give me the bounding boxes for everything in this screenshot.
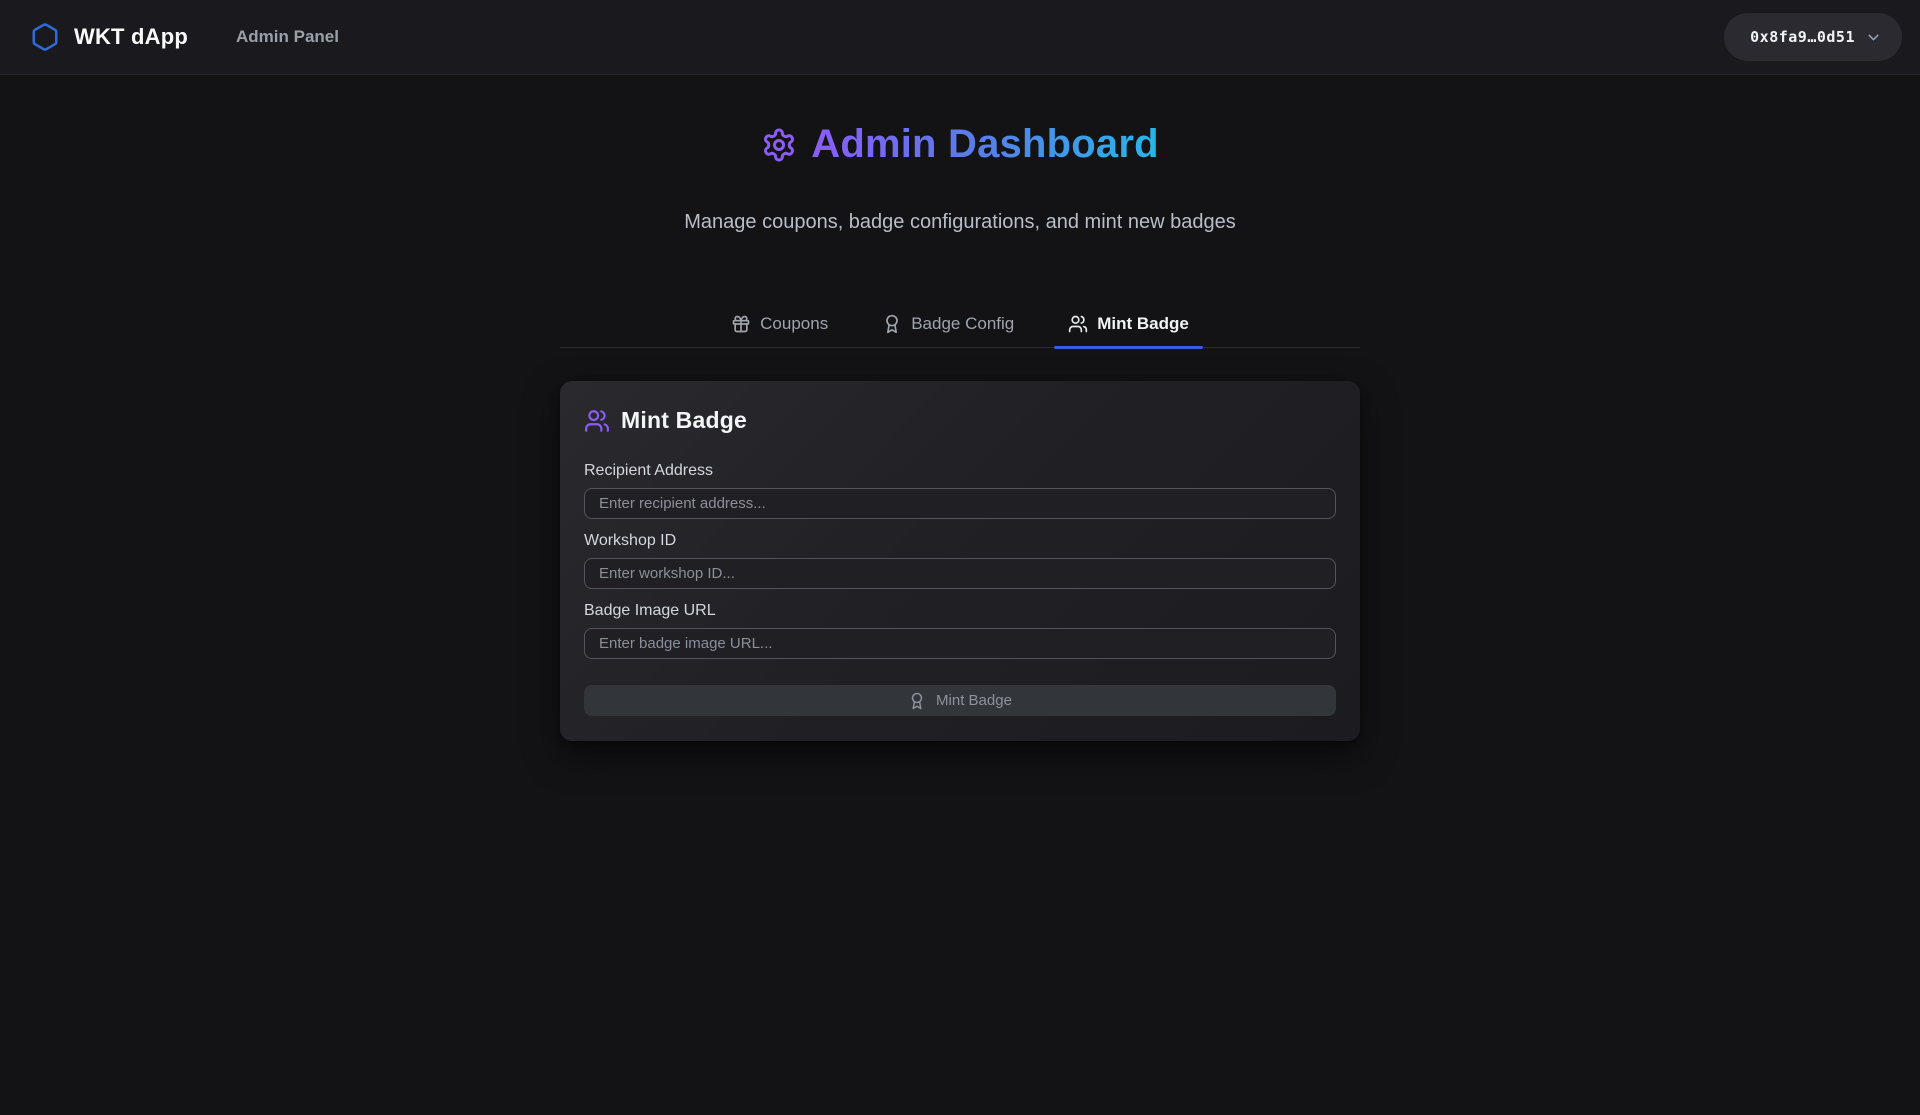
- field-group-recipient-address: Recipient Address: [584, 462, 1336, 519]
- wallet-address-text: 0x8fa9…0d51: [1750, 28, 1855, 46]
- page-title-row: Admin Dashboard: [560, 122, 1360, 167]
- users-icon: [1068, 314, 1088, 334]
- page-title: Admin Dashboard: [811, 122, 1158, 167]
- chevron-down-icon: [1865, 29, 1882, 46]
- workshop-id-label: Workshop ID: [584, 532, 1336, 550]
- tab-badge-config[interactable]: Badge Config: [868, 308, 1028, 347]
- main-content: Admin Dashboard Manage coupons, badge co…: [560, 122, 1360, 741]
- brand-name: WKT dApp: [74, 24, 188, 50]
- mint-badge-button-label: Mint Badge: [936, 692, 1012, 709]
- wallet-address-button[interactable]: 0x8fa9…0d51: [1724, 13, 1902, 61]
- award-icon: [882, 314, 902, 334]
- page-subtitle: Manage coupons, badge configurations, an…: [560, 211, 1360, 234]
- tab-bar: Coupons Badge Config Mint Badge: [560, 308, 1360, 348]
- badge-image-url-label: Badge Image URL: [584, 602, 1336, 620]
- recipient-address-input[interactable]: [584, 488, 1336, 519]
- card-title: Mint Badge: [621, 407, 747, 434]
- tab-coupons[interactable]: Coupons: [717, 308, 842, 347]
- workshop-id-input[interactable]: [584, 558, 1336, 589]
- navbar: WKT dApp Admin Panel 0x8fa9…0d51: [0, 0, 1920, 75]
- tab-label: Badge Config: [911, 314, 1014, 334]
- field-group-badge-image-url: Badge Image URL: [584, 602, 1336, 659]
- hexagon-logo-icon: [30, 22, 60, 52]
- gear-icon: [761, 127, 797, 163]
- tab-label: Mint Badge: [1097, 314, 1189, 334]
- nav-link-admin-panel[interactable]: Admin Panel: [236, 27, 339, 47]
- tab-mint-badge[interactable]: Mint Badge: [1054, 308, 1203, 347]
- recipient-address-label: Recipient Address: [584, 462, 1336, 480]
- badge-image-url-input[interactable]: [584, 628, 1336, 659]
- mint-badge-button[interactable]: Mint Badge: [584, 685, 1336, 716]
- field-group-workshop-id: Workshop ID: [584, 532, 1336, 589]
- mint-badge-card: Mint Badge Recipient Address Workshop ID…: [560, 381, 1360, 741]
- award-icon: [908, 692, 926, 710]
- users-icon: [584, 408, 610, 434]
- gift-icon: [731, 314, 751, 334]
- navbar-left: WKT dApp Admin Panel: [30, 22, 339, 52]
- card-header: Mint Badge: [584, 407, 1336, 434]
- tab-label: Coupons: [760, 314, 828, 334]
